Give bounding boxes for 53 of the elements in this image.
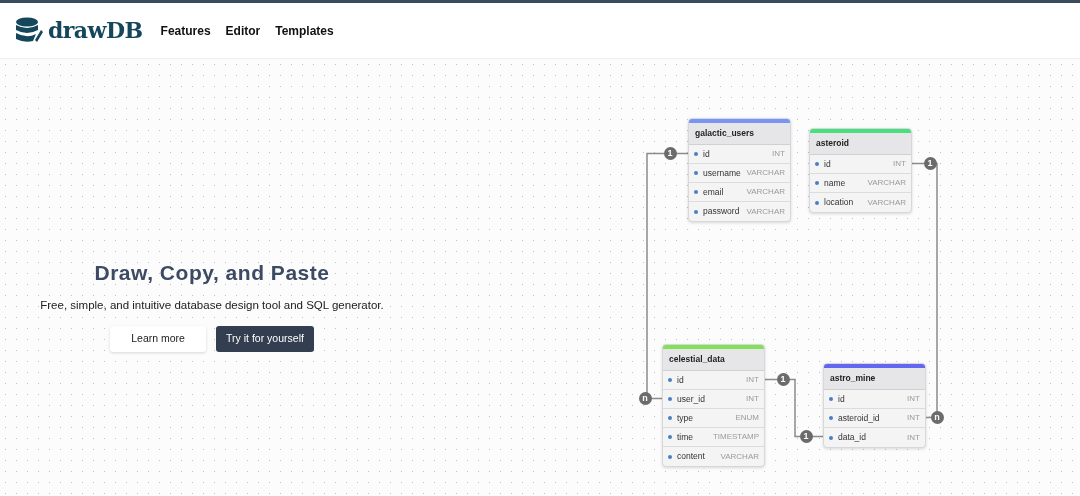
field-name: type <box>677 411 694 425</box>
field-name: name <box>824 176 846 190</box>
field-type: INT <box>772 148 785 160</box>
field-type: INT <box>893 158 906 170</box>
nav-link[interactable]: Editor <box>225 21 261 40</box>
nav-link[interactable]: Templates <box>275 21 334 40</box>
cardinality-badge: n <box>638 392 652 405</box>
field-name: password <box>703 205 740 218</box>
field-type: ENUM <box>735 412 759 424</box>
field-type: INT <box>907 431 920 444</box>
field-name: id <box>677 373 684 387</box>
field-name: time <box>677 430 694 444</box>
learn-more-button[interactable]: Learn more <box>110 325 207 352</box>
logo-text: drawDB <box>48 16 143 45</box>
field-name: data_id <box>838 431 866 444</box>
nav-link[interactable]: Features <box>160 21 211 40</box>
table-name: celestial_data <box>669 353 725 366</box>
cardinality-badge: n <box>930 411 944 424</box>
field-type: TIMESTAMP <box>712 431 759 443</box>
field-name: asteroid_id <box>838 411 880 425</box>
cardinality-badge: 1 <box>799 430 813 443</box>
hero-subtitle: Free, simple, and intuitive database design tool and SQL generator. <box>40 297 384 313</box>
field-name: location <box>824 196 854 209</box>
hero-title: Draw, Copy, and Paste <box>94 260 330 286</box>
field-type: INT <box>907 393 920 405</box>
field-name: id <box>824 157 831 171</box>
field-type: VARCHAR <box>746 186 785 198</box>
field-type: VARCHAR <box>720 450 759 463</box>
field-type: INT <box>907 412 920 424</box>
field-type: VARCHAR <box>867 177 906 189</box>
cardinality-badge: 1 <box>923 157 937 170</box>
try-it-button[interactable]: Try it for yourself <box>216 325 314 352</box>
field-name: email <box>703 185 724 199</box>
table-card[interactable]: asteroid id INT name VARCHAR location VARCHAR <box>809 128 912 213</box>
field-name: content <box>677 450 705 463</box>
field-name: user_id <box>677 392 705 406</box>
table-card[interactable]: celestial_data id INT user_id INT type ENUM time TIMESTAMP content VARCHAR <box>662 344 765 467</box>
field-type: INT <box>746 374 759 386</box>
cardinality-badge: 1 <box>663 147 677 160</box>
table-card[interactable]: astro_mine id INT asteroid_id INT data_id INT <box>823 363 926 448</box>
connector-line <box>764 378 824 438</box>
table-name: galactic_users <box>695 127 755 140</box>
table-name: astro_mine <box>830 372 876 385</box>
table-name: asteroid <box>816 137 850 150</box>
cardinality-badge: 1 <box>776 373 790 386</box>
field-name: username <box>703 166 741 180</box>
field-type: VARCHAR <box>746 167 785 179</box>
field-type: VARCHAR <box>867 196 906 209</box>
table-card[interactable]: galactic_users id INT username VARCHAR email VARCHAR password VARCHAR <box>688 118 791 222</box>
field-type: VARCHAR <box>746 205 785 218</box>
field-name: id <box>703 147 710 161</box>
field-name: id <box>838 392 845 406</box>
field-type: INT <box>746 393 759 405</box>
